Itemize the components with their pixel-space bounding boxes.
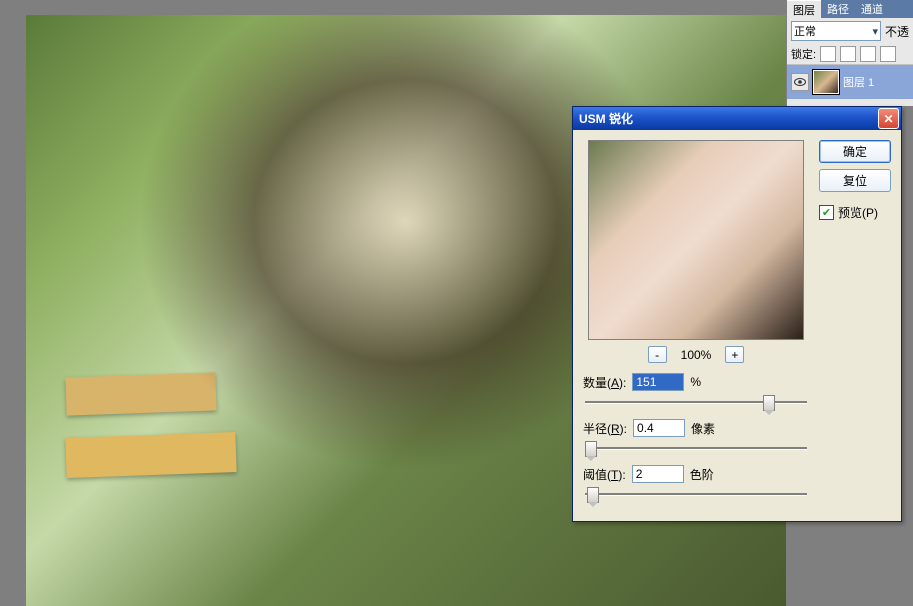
blend-mode-value: 正常	[794, 23, 816, 39]
threshold-label: 阈值(T):	[583, 466, 626, 483]
lock-transparency-icon[interactable]	[820, 46, 836, 62]
radius-label: 半径(R):	[583, 420, 627, 437]
blend-mode-select[interactable]: 正常 ▾	[791, 21, 881, 41]
lock-paint-icon[interactable]	[840, 46, 856, 62]
amount-slider[interactable]	[583, 393, 809, 411]
lock-move-icon[interactable]	[860, 46, 876, 62]
layer-item[interactable]: 图层 1	[787, 65, 913, 99]
opacity-label: 不透	[885, 23, 909, 40]
slider-track	[585, 493, 807, 496]
chevron-down-icon: ▾	[872, 25, 878, 38]
slider-thumb[interactable]	[585, 441, 597, 457]
slider-thumb[interactable]	[763, 395, 775, 411]
slider-thumb[interactable]	[587, 487, 599, 503]
zoom-value: 100%	[681, 348, 712, 362]
threshold-input[interactable]: 2	[632, 465, 684, 483]
dialog-title: USM 锐化	[579, 110, 633, 127]
bench-plank	[65, 372, 216, 415]
checkmark-icon: ✔	[822, 206, 831, 219]
lock-row: 锁定:	[787, 44, 913, 65]
preview-label: 预览(P)	[838, 204, 878, 221]
threshold-row: 阈值(T): 2 色阶	[583, 465, 809, 483]
amount-row: 数量(A): 151 %	[583, 373, 809, 391]
ok-button[interactable]: 确定	[819, 140, 891, 163]
layer-name: 图层 1	[843, 74, 874, 90]
tab-paths[interactable]: 路径	[821, 0, 855, 18]
slider-track	[585, 447, 807, 450]
threshold-slider[interactable]	[583, 485, 809, 503]
close-button[interactable]: ✕	[878, 108, 899, 129]
panel-tabs: 图层 路径 通道	[787, 0, 913, 18]
amount-input[interactable]: 151	[632, 373, 684, 391]
tab-channels[interactable]: 通道	[855, 0, 889, 18]
radius-row: 半径(R): 0.4 像素	[583, 419, 809, 437]
blend-mode-row: 正常 ▾ 不透	[787, 18, 913, 44]
layer-thumbnail[interactable]	[813, 70, 839, 94]
lock-label: 锁定:	[791, 46, 816, 62]
threshold-unit: 色阶	[690, 466, 714, 483]
radius-input[interactable]: 0.4	[633, 419, 685, 437]
amount-unit: %	[690, 375, 701, 389]
visibility-eye-icon[interactable]	[791, 73, 809, 91]
usm-sharpen-dialog: USM 锐化 ✕ - 100% + 数量(A): 151 % 半径(R):	[572, 106, 902, 522]
filter-preview[interactable]	[588, 140, 804, 340]
zoom-in-button[interactable]: +	[725, 346, 744, 363]
close-icon: ✕	[883, 112, 893, 126]
bench-plank	[65, 432, 236, 478]
tab-layers[interactable]: 图层	[787, 0, 821, 19]
zoom-controls: - 100% +	[583, 346, 809, 363]
radius-slider[interactable]	[583, 439, 809, 457]
layers-panel: 图层 路径 通道 正常 ▾ 不透 锁定: 图层 1	[786, 0, 913, 106]
lock-all-icon[interactable]	[880, 46, 896, 62]
preview-checkbox[interactable]: ✔	[819, 205, 834, 220]
zoom-out-button[interactable]: -	[648, 346, 667, 363]
dialog-titlebar[interactable]: USM 锐化 ✕	[573, 107, 901, 130]
radius-unit: 像素	[691, 420, 715, 437]
reset-button[interactable]: 复位	[819, 169, 891, 192]
preview-checkbox-row: ✔ 预览(P)	[819, 204, 891, 221]
amount-label: 数量(A):	[583, 374, 626, 391]
